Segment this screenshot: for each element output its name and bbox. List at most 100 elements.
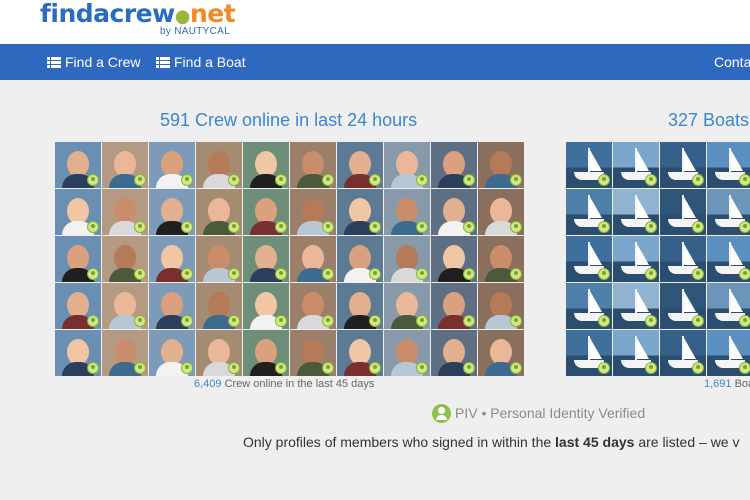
crew-member-photo[interactable] (55, 189, 101, 235)
crew-member-photo[interactable] (290, 236, 336, 282)
crew-member-photo[interactable] (243, 189, 289, 235)
crew-member-photo[interactable] (55, 330, 101, 376)
boat-photo[interactable] (613, 330, 659, 376)
boat-photo[interactable] (707, 142, 750, 188)
boat-photo[interactable] (566, 330, 612, 376)
crew-member-photo[interactable] (384, 330, 430, 376)
crew-online-title[interactable]: 591 Crew online in last 24 hours (160, 110, 417, 131)
crew-member-photo[interactable] (243, 236, 289, 282)
crew-member-photo[interactable] (478, 283, 524, 329)
piv-verified-badge-icon (463, 221, 475, 233)
crew-45day-stat: 6,409 Crew online in the last 45 days (194, 378, 374, 390)
crew-member-photo[interactable] (384, 189, 430, 235)
crew-member-photo[interactable] (290, 283, 336, 329)
piv-verified-badge-icon (134, 315, 146, 327)
piv-verified-badge-icon (275, 315, 287, 327)
piv-verified-badge-icon (322, 268, 334, 280)
boat-photo[interactable] (707, 330, 750, 376)
nav-contact[interactable]: Conta (714, 44, 750, 80)
nav-find-crew[interactable]: Find a Crew (47, 44, 140, 80)
boat-photo[interactable] (660, 236, 706, 282)
crew-member-photo[interactable] (478, 142, 524, 188)
crew-member-photo[interactable] (55, 236, 101, 282)
crew-member-photo[interactable] (196, 330, 242, 376)
boat-photo[interactable] (660, 142, 706, 188)
piv-verified-badge-icon (510, 268, 522, 280)
crew-45day-count[interactable]: 6,409 (194, 378, 222, 390)
crew-member-photo[interactable] (290, 142, 336, 188)
logo-crew: acrew (93, 0, 175, 28)
crew-45day-label: Crew online in the last 45 days (221, 378, 375, 390)
crew-member-photo[interactable] (149, 236, 195, 282)
crew-member-photo[interactable] (384, 236, 430, 282)
crew-member-photo[interactable] (196, 142, 242, 188)
crew-member-photo[interactable] (384, 283, 430, 329)
crew-member-photo[interactable] (384, 142, 430, 188)
piv-verified-badge-icon (416, 268, 428, 280)
crew-member-photo[interactable] (243, 283, 289, 329)
piv-verified-badge-icon (181, 268, 193, 280)
boat-photo[interactable] (707, 236, 750, 282)
crew-member-photo[interactable] (102, 189, 148, 235)
crew-member-photo[interactable] (102, 283, 148, 329)
crew-member-photo[interactable] (55, 142, 101, 188)
boat-photo[interactable] (707, 189, 750, 235)
crew-member-photo[interactable] (243, 330, 289, 376)
listing-notice: Only profiles of members who signed in w… (243, 434, 740, 450)
crew-member-photo[interactable] (196, 283, 242, 329)
crew-member-photo[interactable] (290, 330, 336, 376)
crew-member-photo[interactable] (149, 189, 195, 235)
crew-member-photo[interactable] (337, 330, 383, 376)
piv-verified-badge-icon (645, 174, 657, 186)
piv-verified-badge-icon (463, 174, 475, 186)
notice-text-before: Only profiles of members who signed in w… (243, 434, 556, 450)
crew-member-photo[interactable] (149, 330, 195, 376)
boat-photo[interactable] (660, 283, 706, 329)
crew-member-photo[interactable] (102, 142, 148, 188)
list-icon (47, 57, 61, 68)
boat-photo[interactable] (660, 330, 706, 376)
crew-member-photo[interactable] (478, 330, 524, 376)
crew-member-photo[interactable] (478, 236, 524, 282)
crew-member-photo[interactable] (337, 189, 383, 235)
crew-member-photo[interactable] (102, 236, 148, 282)
crew-member-photo[interactable] (431, 142, 477, 188)
piv-verified-badge-icon (87, 362, 99, 374)
piv-verified-badge-icon (645, 268, 657, 280)
crew-member-photo[interactable] (431, 330, 477, 376)
boats-online-title[interactable]: 327 Boats (668, 110, 749, 131)
boat-45day-count[interactable]: 1,691 (704, 378, 732, 390)
header: findacrew●net by NAUTYCAL (0, 0, 750, 44)
crew-member-photo[interactable] (102, 330, 148, 376)
piv-verified-badge-icon (739, 315, 750, 327)
piv-verified-badge-icon (510, 362, 522, 374)
boat-photo[interactable] (566, 236, 612, 282)
boat-photo[interactable] (566, 142, 612, 188)
crew-member-photo[interactable] (149, 142, 195, 188)
crew-member-photo[interactable] (196, 236, 242, 282)
crew-member-photo[interactable] (431, 189, 477, 235)
crew-member-photo[interactable] (243, 142, 289, 188)
crew-member-photo[interactable] (337, 283, 383, 329)
boat-photo[interactable] (613, 142, 659, 188)
crew-member-photo[interactable] (55, 283, 101, 329)
nav-find-boat[interactable]: Find a Boat (156, 44, 246, 80)
boat-photo[interactable] (613, 236, 659, 282)
crew-member-photo[interactable] (431, 236, 477, 282)
crew-member-photo[interactable] (196, 189, 242, 235)
piv-verified-badge-icon (369, 315, 381, 327)
crew-member-photo[interactable] (337, 236, 383, 282)
boat-photo[interactable] (707, 283, 750, 329)
boat-photo[interactable] (566, 283, 612, 329)
piv-verified-badge-icon (322, 362, 334, 374)
boat-photo[interactable] (613, 189, 659, 235)
crew-member-photo[interactable] (431, 283, 477, 329)
findacrew-logo[interactable]: findacrew●net by NAUTYCAL (40, 0, 236, 44)
crew-member-photo[interactable] (290, 189, 336, 235)
boat-photo[interactable] (613, 283, 659, 329)
boat-photo[interactable] (660, 189, 706, 235)
crew-member-photo[interactable] (478, 189, 524, 235)
crew-member-photo[interactable] (337, 142, 383, 188)
crew-member-photo[interactable] (149, 283, 195, 329)
boat-photo[interactable] (566, 189, 612, 235)
